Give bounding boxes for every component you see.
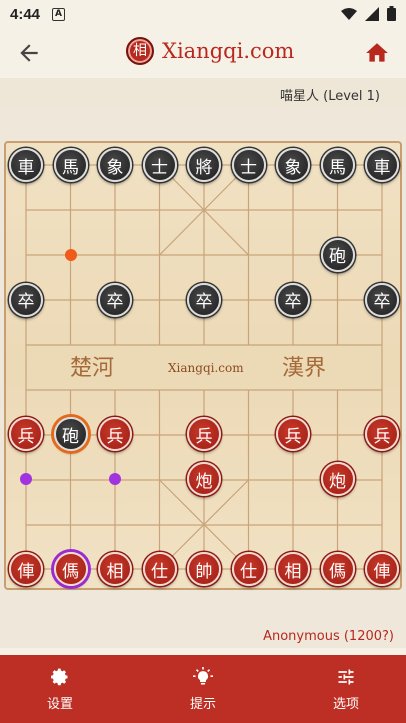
piece-red[interactable]: 俥 [9, 552, 43, 587]
piece-black[interactable]: 卒 [365, 282, 399, 317]
piece-black[interactable]: 士 [231, 148, 266, 182]
settings-label: 设置 [46, 696, 73, 712]
piece-black[interactable]: 象 [98, 148, 132, 182]
piece-red[interactable]: 俥 [365, 552, 399, 587]
status-time: 4:44 [10, 5, 41, 23]
piece-red[interactable]: 相 [276, 552, 310, 587]
river-site-label: Xiangqi.com [168, 361, 244, 375]
sliders-icon [338, 669, 354, 684]
battery-icon [387, 6, 396, 21]
piece-black[interactable]: 將 [187, 148, 221, 182]
piece-black[interactable]: 象 [276, 148, 310, 182]
piece-black[interactable]: 車 [365, 148, 399, 182]
home-icon[interactable] [364, 40, 390, 66]
opponent-bar: 喵星人 (Level 1) [0, 78, 406, 108]
piece-red[interactable]: 仕 [142, 552, 177, 587]
piece-black[interactable]: 卒 [9, 282, 43, 317]
piece-red[interactable]: 相 [98, 552, 132, 587]
piece-black[interactable]: 車 [9, 148, 43, 182]
piece-black[interactable]: 馬 [320, 148, 355, 182]
piece-black[interactable]: 砲 [320, 237, 355, 272]
options-label: 选项 [332, 696, 359, 712]
app-logo[interactable]: 相 Xiangqi.com [126, 37, 294, 65]
board-grid: 楚河 Xiangqi.com 漢界 [25, 164, 383, 570]
status-indicators [341, 6, 396, 21]
piece-red[interactable]: 傌 [53, 552, 88, 587]
piece-black[interactable]: 卒 [187, 282, 221, 317]
last-move-origin-dot [64, 248, 77, 261]
piece-red[interactable]: 仕 [231, 552, 266, 587]
options-button[interactable]: 选项 [286, 655, 406, 723]
lightbulb-icon [193, 666, 213, 684]
piece-black[interactable]: 卒 [276, 282, 310, 317]
logo-seal-icon: 相 [126, 37, 154, 65]
piece-red[interactable]: 帥 [187, 552, 221, 587]
gear-icon [51, 668, 68, 685]
piece-red[interactable]: 傌 [320, 552, 355, 587]
player-name: Anonymous (1200?) [263, 629, 394, 644]
piece-black[interactable]: 馬 [53, 148, 88, 182]
app-title: Xiangqi.com [162, 39, 295, 63]
settings-button[interactable]: 设置 [0, 655, 120, 723]
piece-red[interactable]: 炮 [320, 462, 355, 497]
river-label-left: 楚河 [70, 356, 114, 381]
signal-icon [365, 6, 379, 21]
piece-black[interactable]: 砲 [53, 417, 88, 452]
piece-black[interactable]: 士 [142, 148, 177, 182]
hint-button[interactable]: 提示 [143, 655, 263, 723]
bottom-nav: 设置 提示 选项 [0, 655, 406, 723]
notification-a-icon: A [52, 7, 66, 21]
wifi-icon [341, 7, 357, 20]
hint-label: 提示 [189, 696, 216, 712]
piece-black[interactable]: 卒 [98, 282, 132, 317]
status-bar: 4:44 A [0, 0, 406, 28]
river-label-right: 漢界 [282, 356, 326, 381]
xiangqi-board[interactable]: 楚河 Xiangqi.com 漢界 車馬象士將士象馬車砲卒卒卒卒卒兵砲兵兵兵兵炮… [4, 141, 402, 590]
back-arrow-icon[interactable] [16, 40, 42, 66]
app-header: 相 Xiangqi.com [0, 28, 406, 78]
opponent-name: 喵星人 (Level 1) [280, 89, 380, 104]
